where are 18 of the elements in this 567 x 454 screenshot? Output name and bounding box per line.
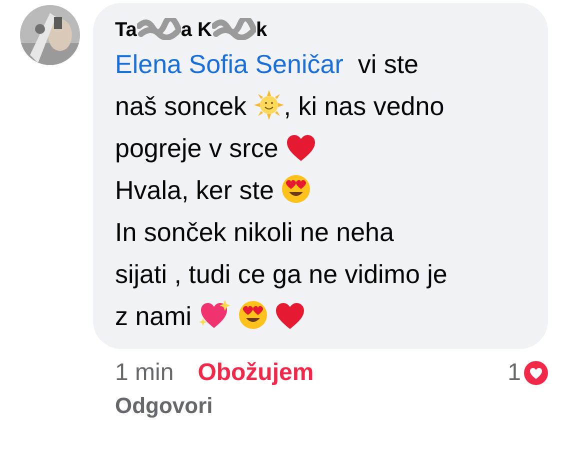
sun-face-icon [254,90,284,120]
reply-link[interactable]: Odgovori [115,393,213,419]
sparkling-heart-icon [198,300,231,330]
reaction-count: 1 [508,359,521,387]
reaction-label[interactable]: Obožujem [198,359,314,387]
mention-link[interactable]: Elena Sofia Seničar [115,49,344,79]
scribble-drawing [212,18,256,40]
author-name[interactable]: a K [180,19,212,41]
author-name[interactable]: k [256,19,268,41]
scribble-drawing [136,18,181,40]
heart-icon [275,302,306,330]
heart-icon [286,134,316,162]
heart-eyes-face-icon [281,174,312,204]
timestamp: 1 min [115,359,174,387]
author-name[interactable]: Ta [115,19,137,41]
comment-text: Elena Sofia Seničar vi ste naš soncek , ki nas vedno pogreje v srce Hvala, ker ste In sonček nikoli ne neha sijati , tudi ce ga ne vidimo je z nami [115,48,448,333]
heart-reaction-icon [524,361,548,385]
heart-eyes-face-icon [238,300,268,330]
